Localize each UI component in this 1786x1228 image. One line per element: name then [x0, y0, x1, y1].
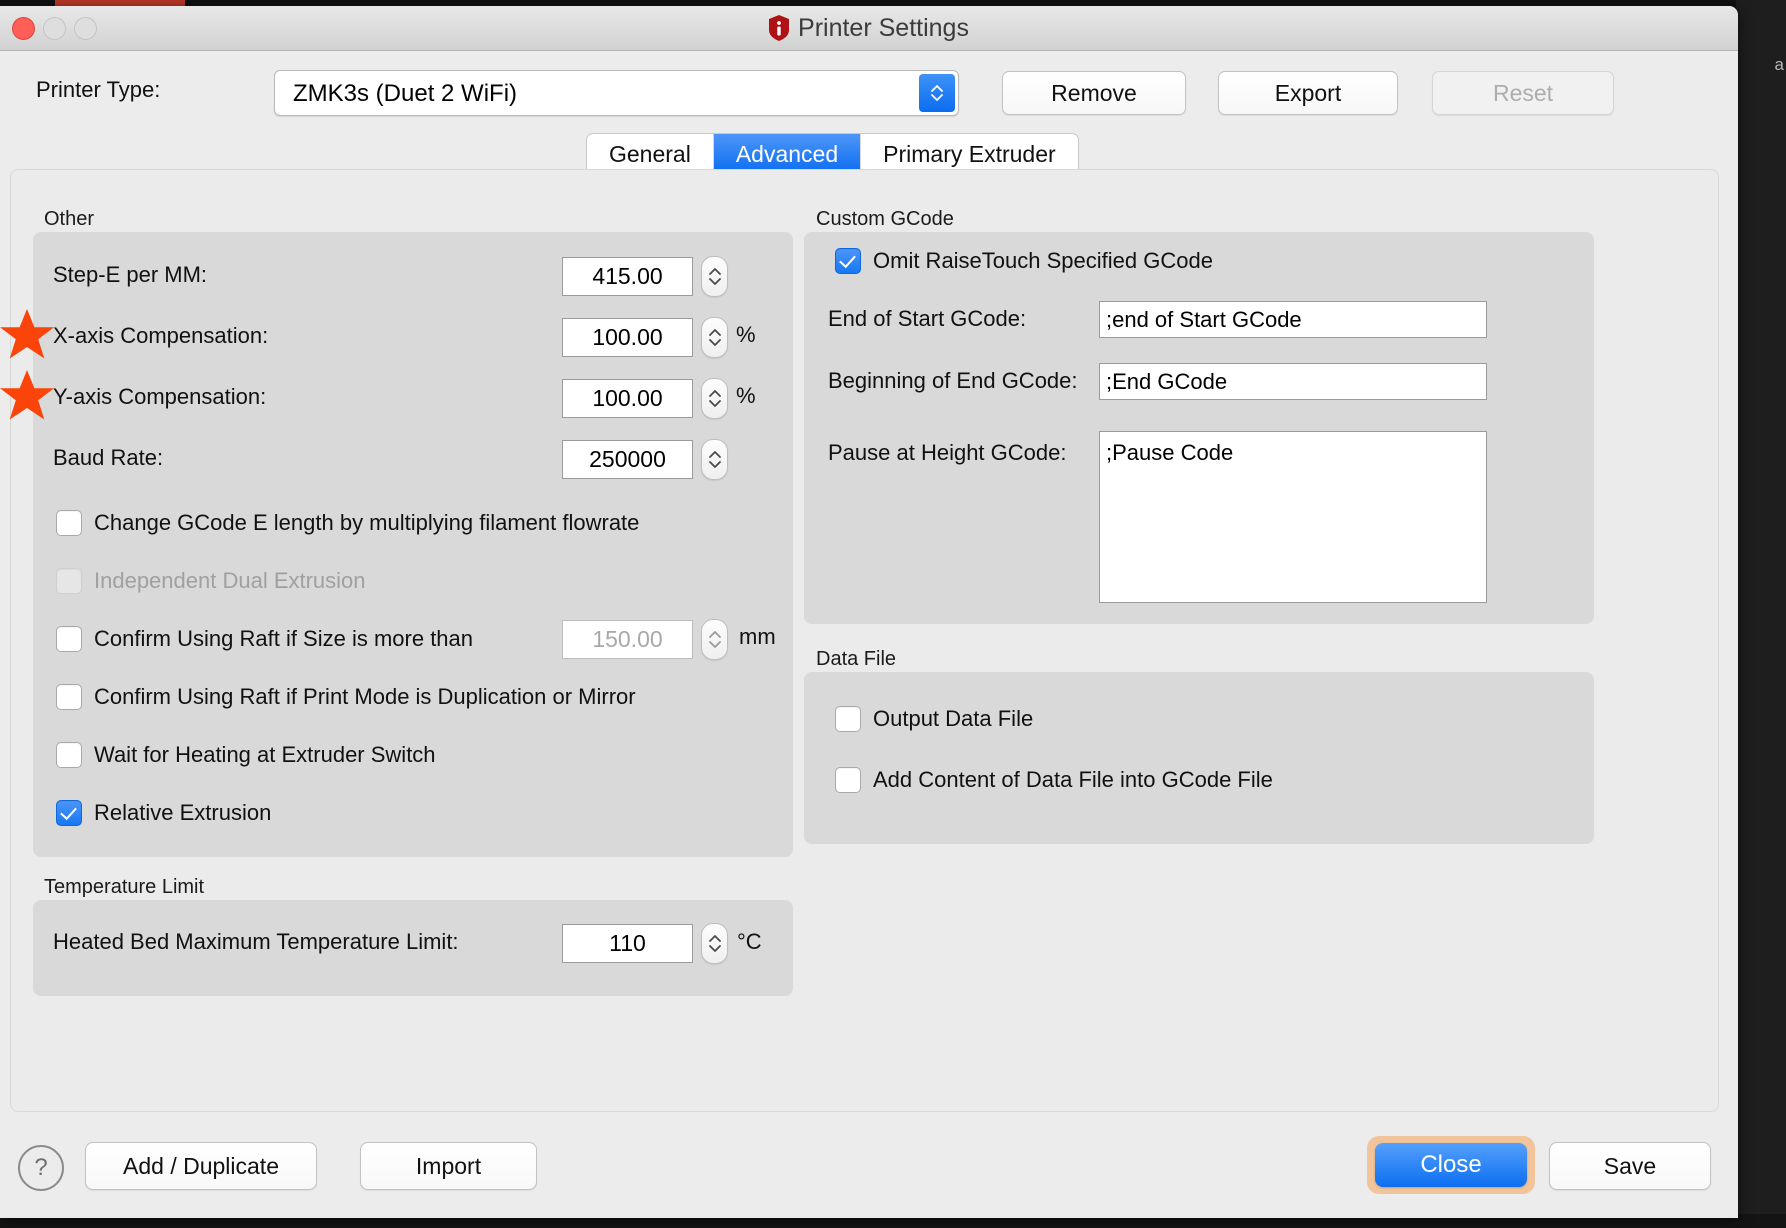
raft-size-unit: mm: [739, 624, 776, 649]
bed-temp-input[interactable]: 110: [562, 924, 693, 963]
checkbox-label: Confirm Using Raft if Print Mode is Dupl…: [94, 684, 636, 709]
checkbox-label: Confirm Using Raft if Size is more than: [94, 626, 474, 651]
checkbox-box[interactable]: [56, 800, 82, 826]
export-button[interactable]: Export: [1218, 71, 1398, 115]
checkbox-box[interactable]: [835, 248, 861, 274]
checkbox-box[interactable]: [56, 626, 82, 652]
baud-rate-label: Baud Rate:: [53, 445, 164, 470]
printer-settings-window: Printer Settings Printer Type: ZMK3s (Du…: [0, 6, 1738, 1218]
data-file-group-box: [804, 672, 1594, 844]
pause-at-height-gcode-label: Pause at Height GCode:: [828, 440, 1067, 465]
bed-temp-label: Heated Bed Maximum Temperature Limit:: [53, 929, 459, 954]
step-e-stepper[interactable]: [701, 256, 728, 297]
info-shield-icon: [769, 15, 790, 41]
window-title: Printer Settings: [798, 13, 969, 42]
chevron-updown-icon[interactable]: [919, 74, 955, 112]
beginning-of-end-gcode-label: Beginning of End GCode:: [828, 368, 1078, 393]
x-axis-compensation-label: X-axis Compensation:: [53, 323, 269, 348]
data-file-group-title: Data File: [816, 648, 897, 670]
import-button[interactable]: Import: [360, 1142, 537, 1190]
desktop-ghost-text: a: [1774, 55, 1784, 74]
checkbox-label: Independent Dual Extrusion: [94, 568, 366, 593]
checkbox-label: Output Data File: [873, 706, 1034, 731]
screen: a Printer Settings Printer Type: ZMK3s (…: [0, 0, 1786, 1228]
dialog-footer: ? Add / Duplicate Import Close Save: [0, 1112, 1738, 1218]
checkbox-box[interactable]: [835, 706, 861, 732]
title-group: Printer Settings: [0, 6, 1738, 50]
save-button[interactable]: Save: [1549, 1142, 1711, 1190]
tab-primary-extruder[interactable]: Primary Extruder: [861, 134, 1078, 174]
checkbox-confirm-raft-print-mode[interactable]: Confirm Using Raft if Print Mode is Dupl…: [56, 684, 636, 710]
raft-size-input[interactable]: 150.00: [562, 620, 693, 659]
y-axis-compensation-stepper[interactable]: [701, 378, 728, 419]
y-axis-compensation-input[interactable]: 100.00: [562, 379, 693, 418]
end-of-start-gcode-label: End of Start GCode:: [828, 306, 1027, 331]
beginning-of-end-gcode-input[interactable]: ;End GCode: [1099, 363, 1487, 400]
y-axis-compensation-unit: %: [736, 383, 756, 408]
tab-advanced[interactable]: Advanced: [713, 134, 862, 174]
checkbox-label: Wait for Heating at Extruder Switch: [94, 742, 436, 767]
checkbox-add-content-of-data-file[interactable]: Add Content of Data File into GCode File: [835, 767, 1273, 793]
bed-temp-unit: °C: [737, 929, 762, 954]
checkbox-label: Omit RaiseTouch Specified GCode: [873, 248, 1213, 273]
checkbox-output-data-file[interactable]: Output Data File: [835, 706, 1033, 732]
checkbox-label: Relative Extrusion: [94, 800, 272, 825]
custom-gcode-group-title: Custom GCode: [816, 208, 954, 230]
printer-type-select[interactable]: ZMK3s (Duet 2 WiFi): [274, 70, 959, 116]
step-e-input[interactable]: 415.00: [562, 257, 693, 296]
baud-rate-stepper[interactable]: [701, 439, 728, 480]
help-button[interactable]: ?: [18, 1145, 64, 1191]
end-of-start-gcode-input[interactable]: ;end of Start GCode: [1099, 301, 1487, 338]
checkbox-box: [56, 568, 82, 594]
pause-at-height-gcode-textarea[interactable]: ;Pause Code: [1099, 431, 1487, 603]
close-button[interactable]: Close: [1375, 1143, 1527, 1187]
bed-temp-stepper[interactable]: [701, 923, 728, 964]
reset-button: Reset: [1432, 71, 1614, 115]
printer-type-value: ZMK3s (Duet 2 WiFi): [293, 80, 518, 107]
raft-size-stepper[interactable]: [701, 619, 728, 660]
checkbox-box[interactable]: [56, 510, 82, 536]
x-axis-compensation-input[interactable]: 100.00: [562, 318, 693, 357]
checkbox-change-gcode-e-length[interactable]: Change GCode E length by multiplying fil…: [56, 510, 639, 536]
checkbox-label: Add Content of Data File into GCode File: [873, 767, 1273, 792]
x-axis-compensation-stepper[interactable]: [701, 317, 728, 358]
checkbox-box[interactable]: [835, 767, 861, 793]
checkbox-label: Change GCode E length by multiplying fil…: [94, 510, 640, 535]
checkbox-box[interactable]: [56, 742, 82, 768]
desktop-right-strip: a: [1736, 0, 1786, 1228]
temperature-limit-group-title: Temperature Limit: [44, 876, 205, 898]
checkbox-omit-raisetouch-gcode[interactable]: Omit RaiseTouch Specified GCode: [835, 248, 1213, 274]
other-group-title: Other: [44, 208, 95, 230]
printer-type-label: Printer Type:: [36, 77, 161, 102]
tab-general[interactable]: General: [587, 134, 714, 174]
remove-button[interactable]: Remove: [1002, 71, 1186, 115]
checkbox-relative-extrusion[interactable]: Relative Extrusion: [56, 800, 271, 826]
close-button-focus-ring: Close: [1367, 1136, 1535, 1194]
checkbox-independent-dual-extrusion: Independent Dual Extrusion: [56, 568, 366, 594]
advanced-tab-panel: Other Step-E per MM: 415.00 X-axis Compe…: [10, 169, 1719, 1112]
baud-rate-input[interactable]: 250000: [562, 440, 693, 479]
checkbox-confirm-raft-size[interactable]: Confirm Using Raft if Size is more than: [56, 626, 473, 652]
title-bar: Printer Settings: [0, 6, 1738, 51]
add-duplicate-button[interactable]: Add / Duplicate: [85, 1142, 317, 1190]
step-e-label: Step-E per MM:: [53, 262, 208, 287]
x-axis-compensation-unit: %: [736, 322, 756, 347]
checkbox-wait-for-heating[interactable]: Wait for Heating at Extruder Switch: [56, 742, 436, 768]
checkbox-box[interactable]: [56, 684, 82, 710]
printer-type-row: Printer Type: ZMK3s (Duet 2 WiFi) Remove…: [0, 51, 1738, 133]
y-axis-compensation-label: Y-axis Compensation:: [53, 384, 267, 409]
